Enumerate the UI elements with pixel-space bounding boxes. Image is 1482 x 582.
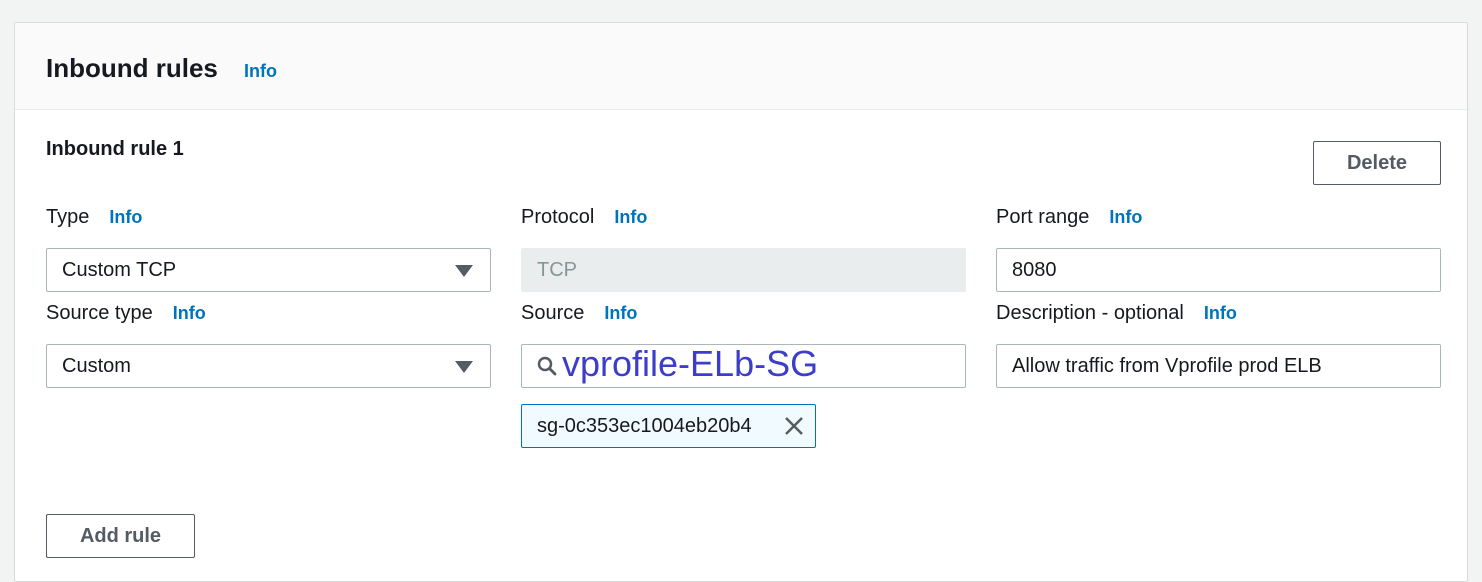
source-type-select[interactable]: Custom — [46, 344, 491, 388]
source-token: sg-0c353ec1004eb20b4 — [521, 404, 816, 448]
type-label: Type Info — [46, 206, 142, 229]
source-type-label: Source type Info — [46, 302, 206, 325]
protocol-field: TCP — [521, 248, 966, 292]
close-icon[interactable] — [783, 415, 805, 437]
source-search-value: vprofile-ELb-SG — [562, 343, 819, 384]
delete-rule-button[interactable]: Delete — [1313, 141, 1441, 185]
source-type-select-value: Custom — [62, 354, 131, 377]
type-label-text: Type — [46, 206, 90, 228]
source-type-label-text: Source type — [46, 302, 153, 324]
inbound-rules-panel: Inbound rules Info Inbound rule 1 Delete… — [14, 22, 1468, 582]
protocol-value: TCP — [537, 258, 577, 281]
description-info-link[interactable]: Info — [1204, 303, 1237, 324]
caret-down-icon — [455, 265, 473, 277]
protocol-info-link[interactable]: Info — [614, 207, 647, 228]
panel-info-link[interactable]: Info — [244, 61, 277, 82]
panel-header: Inbound rules Info — [15, 23, 1467, 110]
description-value: Allow traffic from Vprofile prod ELB — [1012, 354, 1322, 377]
source-info-link[interactable]: Info — [604, 303, 637, 324]
type-select[interactable]: Custom TCP — [46, 248, 491, 292]
search-icon — [536, 355, 558, 377]
protocol-label: Protocol Info — [521, 206, 647, 229]
port-range-value: 8080 — [1012, 258, 1057, 281]
source-label: Source Info — [521, 302, 637, 325]
source-type-info-link[interactable]: Info — [173, 303, 206, 324]
panel-title: Inbound rules — [46, 53, 218, 83]
add-rule-button[interactable]: Add rule — [46, 514, 195, 558]
port-range-info-link[interactable]: Info — [1109, 207, 1142, 228]
caret-down-icon — [455, 361, 473, 373]
source-label-text: Source — [521, 302, 585, 324]
type-select-value: Custom TCP — [62, 258, 177, 281]
rule-title: Inbound rule 1 — [46, 138, 184, 160]
description-label-text: Description - optional — [996, 302, 1184, 324]
description-input[interactable]: Allow traffic from Vprofile prod ELB — [996, 344, 1441, 388]
port-range-label: Port range Info — [996, 206, 1142, 229]
source-token-label: sg-0c353ec1004eb20b4 — [537, 414, 752, 437]
description-label: Description - optional Info — [996, 302, 1237, 325]
port-range-input[interactable]: 8080 — [996, 248, 1441, 292]
port-range-label-text: Port range — [996, 206, 1090, 228]
source-search-input[interactable]: vprofile-ELb-SG — [521, 344, 966, 388]
type-info-link[interactable]: Info — [109, 207, 142, 228]
protocol-label-text: Protocol — [521, 206, 595, 228]
